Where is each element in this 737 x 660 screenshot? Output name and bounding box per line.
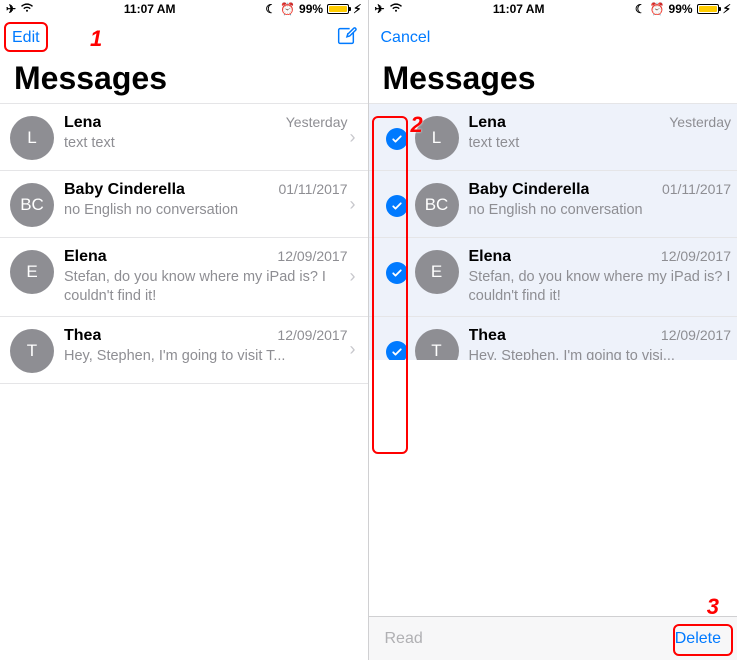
chevron-right-icon: › bbox=[348, 339, 362, 360]
select-checkbox[interactable] bbox=[386, 195, 408, 217]
wifi-icon bbox=[20, 2, 34, 16]
select-checkbox[interactable] bbox=[386, 341, 408, 360]
screen-editing: ✈︎ 11:07 AM ☾ ⏰ 99% ⚡︎ Cancel Messages L… bbox=[369, 0, 737, 660]
charging-icon: ⚡︎ bbox=[723, 2, 731, 16]
checkmark-icon bbox=[391, 346, 403, 358]
airplane-icon: ✈︎ bbox=[6, 2, 16, 16]
avatar: E bbox=[415, 250, 459, 294]
avatar: BC bbox=[415, 183, 459, 227]
status-time: 11:07 AM bbox=[403, 2, 635, 16]
select-checkbox[interactable] bbox=[386, 128, 408, 150]
avatar: L bbox=[415, 116, 459, 160]
edit-button[interactable]: Edit bbox=[12, 29, 40, 47]
status-bar: ✈︎ 11:07 AM ☾ ⏰ 99% ⚡︎ bbox=[369, 0, 737, 18]
conversation-row[interactable]: L Lena Yesterday text text › bbox=[0, 103, 368, 171]
conversation-date: 01/11/2017 bbox=[278, 181, 347, 197]
checkmark-icon bbox=[391, 133, 403, 145]
conversation-date: 12/09/2017 bbox=[661, 327, 731, 343]
page-title: Messages bbox=[369, 58, 737, 103]
conversation-row[interactable]: L Lena Yesterday text text bbox=[369, 103, 737, 171]
chevron-right-icon: › bbox=[348, 194, 362, 215]
edit-toolbar: Read Delete bbox=[369, 616, 737, 660]
conversation-row[interactable]: E Elena 12/09/2017 Stefan, do you know wh… bbox=[369, 238, 737, 317]
conversation-date: Yesterday bbox=[286, 114, 348, 130]
conversation-list: L Lena Yesterday text text › BC Baby Cind… bbox=[0, 103, 368, 660]
nav-bar: Edit bbox=[0, 18, 368, 58]
screen-normal: ✈︎ 11:07 AM ☾ ⏰ 99% ⚡︎ Edit Messages L L… bbox=[0, 0, 369, 660]
checkmark-icon bbox=[391, 200, 403, 212]
conversation-name: Lena bbox=[64, 114, 101, 132]
conversation-date: 01/11/2017 bbox=[662, 181, 731, 197]
compose-icon bbox=[335, 25, 357, 47]
conversation-name: Elena bbox=[469, 248, 512, 266]
avatar: T bbox=[415, 329, 459, 360]
conversation-preview: no English no conversation bbox=[64, 201, 348, 220]
avatar: BC bbox=[10, 183, 54, 227]
conversation-preview: no English no conversation bbox=[469, 201, 732, 220]
avatar: L bbox=[10, 116, 54, 160]
delete-button[interactable]: Delete bbox=[675, 630, 721, 648]
charging-icon: ⚡︎ bbox=[353, 2, 361, 16]
chevron-right-icon: › bbox=[348, 266, 362, 287]
airplane-icon: ✈︎ bbox=[375, 2, 385, 16]
select-checkbox[interactable] bbox=[386, 262, 408, 284]
wifi-icon bbox=[389, 2, 403, 16]
cancel-button[interactable]: Cancel bbox=[381, 29, 431, 47]
conversation-preview: Hey, Stephen, I'm going to visi... bbox=[469, 347, 732, 360]
battery-icon bbox=[697, 4, 719, 14]
compose-button[interactable] bbox=[335, 25, 357, 52]
do-not-disturb-icon: ☾ bbox=[265, 2, 276, 16]
alarm-icon: ⏰ bbox=[280, 2, 295, 16]
alarm-icon: ⏰ bbox=[650, 2, 665, 16]
conversation-preview: text text bbox=[64, 134, 348, 153]
conversation-row[interactable]: E Elena 12/09/2017 Stefan, do you know wh… bbox=[0, 238, 368, 317]
do-not-disturb-icon: ☾ bbox=[635, 2, 646, 16]
battery-pct: 99% bbox=[299, 2, 323, 16]
conversation-preview: Stefan, do you know where my iPad is? I … bbox=[64, 268, 348, 306]
avatar: T bbox=[10, 329, 54, 373]
conversation-row[interactable]: BC Baby Cinderella 01/11/2017 no English … bbox=[369, 171, 737, 238]
conversation-preview: Stefan, do you know where my iPad is? I … bbox=[469, 268, 732, 306]
conversation-preview: Hey, Stephen, I'm going to visit T... bbox=[64, 347, 348, 366]
battery-pct: 99% bbox=[669, 2, 693, 16]
conversation-row[interactable]: BC Baby Cinderella 01/11/2017 no English … bbox=[0, 171, 368, 238]
conversation-name: Elena bbox=[64, 248, 107, 266]
conversation-row[interactable]: T Thea 12/09/2017 Hey, Stephen, I'm going… bbox=[369, 317, 737, 360]
conversation-date: 12/09/2017 bbox=[277, 327, 347, 343]
status-time: 11:07 AM bbox=[34, 2, 265, 16]
read-button[interactable]: Read bbox=[385, 630, 423, 648]
battery-icon bbox=[327, 4, 349, 14]
conversation-row[interactable]: T Thea 12/09/2017 Hey, Stephen, I'm going… bbox=[0, 317, 368, 384]
chevron-right-icon: › bbox=[348, 127, 362, 148]
conversation-name: Baby Cinderella bbox=[64, 181, 185, 199]
conversation-name: Thea bbox=[64, 327, 101, 345]
conversation-date: 12/09/2017 bbox=[277, 248, 347, 264]
page-title: Messages bbox=[0, 58, 368, 103]
avatar: E bbox=[10, 250, 54, 294]
conversation-name: Lena bbox=[469, 114, 506, 132]
nav-bar: Cancel bbox=[369, 18, 737, 58]
conversation-date: 12/09/2017 bbox=[661, 248, 731, 264]
conversation-name: Thea bbox=[469, 327, 506, 345]
conversation-name: Baby Cinderella bbox=[469, 181, 590, 199]
conversation-preview: text text bbox=[469, 134, 732, 153]
status-bar: ✈︎ 11:07 AM ☾ ⏰ 99% ⚡︎ bbox=[0, 0, 368, 18]
conversation-date: Yesterday bbox=[669, 114, 731, 130]
conversation-list-editing: L Lena Yesterday text text BC Baby Cinder… bbox=[369, 103, 737, 360]
checkmark-icon bbox=[391, 267, 403, 279]
